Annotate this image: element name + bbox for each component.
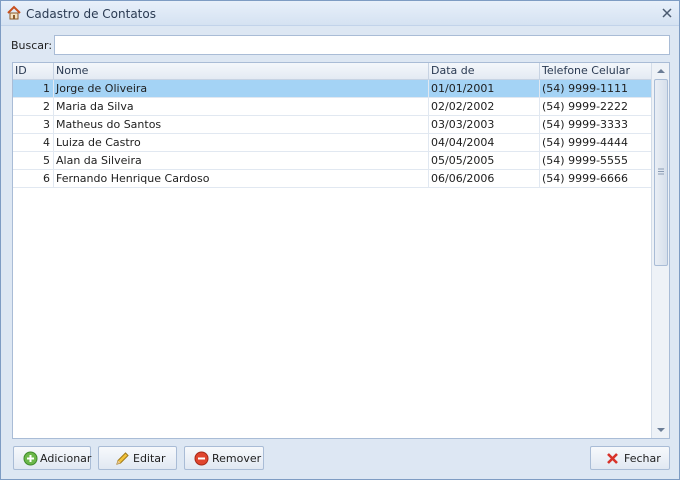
cell-telefone: (54) 9999-3333 [542, 118, 629, 131]
cell-nome: Maria da Silva [54, 98, 429, 116]
scroll-up-arrow-icon[interactable] [656, 67, 666, 75]
cell-data: 03/03/2003 [429, 116, 540, 134]
grip-icon [658, 168, 664, 175]
table-row[interactable]: 3 Matheus do Santos 03/03/2003 (54) 9999… [13, 116, 651, 134]
contacts-grid: ID Nome Data de Nascimento Telefone Celu… [12, 62, 670, 439]
contacts-window: Cadastro de Contatos Buscar: ID Nome Dat… [0, 0, 680, 480]
cell-telefone: (54) 9999-1111 [542, 82, 629, 95]
cell-nome: Alan da Silveira [54, 152, 429, 170]
cell-nome: Fernando Henrique Cardoso [54, 170, 429, 188]
table-row[interactable]: 2 Maria da Silva 02/02/2002 (54) 9999-22… [13, 98, 651, 116]
cell-data: 02/02/2002 [429, 98, 540, 116]
edit-button[interactable]: Editar [98, 446, 177, 470]
add-button[interactable]: Adicionar [13, 446, 91, 470]
window-title: Cadastro de Contatos [26, 7, 156, 21]
cell-data: 05/05/2005 [429, 152, 540, 170]
cell-telefone: (54) 9999-6666 [542, 172, 629, 185]
pencil-icon [116, 452, 129, 465]
plus-circle-icon [23, 451, 38, 466]
cell-data: 04/04/2004 [429, 134, 540, 152]
vertical-scrollbar[interactable] [651, 63, 669, 438]
search-input[interactable] [54, 35, 670, 55]
column-header-id[interactable]: ID [13, 63, 54, 80]
house-icon [7, 5, 21, 20]
red-x-icon [607, 453, 618, 464]
close-icon[interactable] [661, 7, 673, 19]
cell-id: 5 [13, 152, 54, 170]
search-label: Buscar: [11, 39, 53, 52]
title-bar[interactable]: Cadastro de Contatos [1, 1, 679, 26]
cell-data: 01/01/2001 [429, 80, 540, 98]
close-button-label: Fechar [624, 452, 661, 465]
scrollbar-thumb[interactable] [654, 79, 668, 266]
scroll-down-arrow-icon[interactable] [656, 426, 666, 434]
cell-nome: Matheus do Santos [54, 116, 429, 134]
cell-id: 2 [13, 98, 54, 116]
column-header-telefone[interactable]: Telefone Celular [540, 63, 651, 80]
close-button[interactable]: Fechar [590, 446, 670, 470]
remove-button-label: Remover [212, 452, 262, 465]
remove-button[interactable]: Remover [184, 446, 264, 470]
table-row[interactable]: 4 Luiza de Castro 04/04/2004 (54) 9999-4… [13, 134, 651, 152]
cell-data: 06/06/2006 [429, 170, 540, 188]
cell-nome: Jorge de Oliveira [54, 80, 429, 98]
cell-id: 3 [13, 116, 54, 134]
column-header-data-nascimento[interactable]: Data de Nascimento [429, 63, 540, 93]
cell-id: 6 [13, 170, 54, 188]
table-row[interactable]: 1 Jorge de Oliveira 01/01/2001 (54) 9999… [13, 80, 651, 98]
cell-id: 1 [13, 80, 54, 98]
cell-telefone: (54) 9999-4444 [542, 136, 629, 149]
cell-telefone: (54) 9999-2222 [542, 100, 629, 113]
cell-telefone: (54) 9999-5555 [542, 154, 629, 167]
table-row[interactable]: 5 Alan da Silveira 05/05/2005 (54) 9999-… [13, 152, 651, 170]
column-header-nome[interactable]: Nome [54, 63, 429, 80]
cell-nome: Luiza de Castro [54, 134, 429, 152]
table-row[interactable]: 6 Fernando Henrique Cardoso 06/06/2006 (… [13, 170, 651, 188]
edit-button-label: Editar [133, 452, 166, 465]
cell-id: 4 [13, 134, 54, 152]
grid-header: ID Nome Data de Nascimento Telefone Celu… [13, 63, 651, 93]
add-button-label: Adicionar [40, 452, 92, 465]
minus-circle-icon [194, 451, 209, 466]
